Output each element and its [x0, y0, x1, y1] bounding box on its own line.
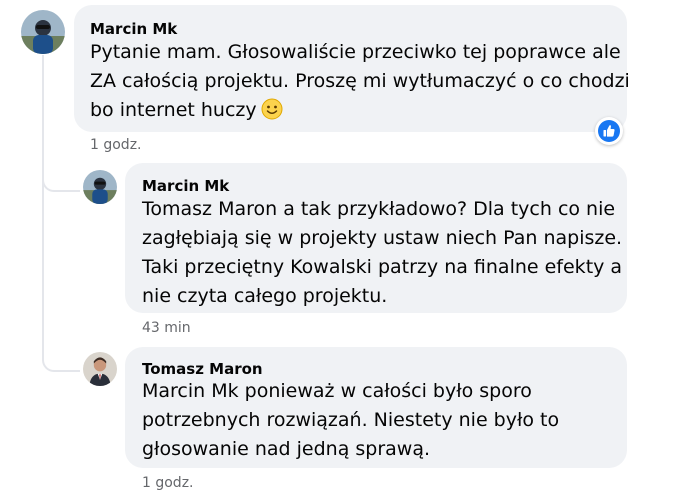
avatar[interactable]	[83, 352, 117, 386]
comment-text: Pytanie mam. Głosowaliście przeciwko tej…	[90, 38, 630, 129]
like-reaction-badge[interactable]	[595, 117, 623, 145]
avatar-photo-icon	[83, 170, 117, 204]
comment-timestamp[interactable]: 1 godz.	[142, 475, 194, 491]
avatar-photo-icon	[21, 10, 65, 54]
comment-author[interactable]: Tomasz Maron	[142, 360, 263, 378]
comment-line: ZA całością projektu. Proszę mi wytłumac…	[90, 67, 630, 96]
comment-line: Taki przeciętny Kowalski patrzy na final…	[142, 256, 623, 278]
comment-line: nie czyta całego projektu.	[142, 285, 388, 307]
comment-author[interactable]: Marcin Mk	[142, 177, 229, 195]
comment-line: głosowanie nad jedną sprawą.	[142, 438, 431, 460]
comment-line: Tomasz Maron a tak przykładowo? Dla tych…	[142, 198, 616, 220]
comment-author[interactable]: Marcin Mk	[90, 20, 177, 38]
comment-timestamp[interactable]: 43 min	[142, 320, 191, 336]
comment-timestamp[interactable]: 1 godz.	[90, 137, 142, 153]
comment-text: Marcin Mk ponieważ w całości było sporo …	[142, 377, 559, 464]
reply-connector	[42, 180, 80, 372]
comment-thread: Marcin Mk Pytanie mam. Głosowaliście prz…	[0, 0, 679, 497]
comment-line: Pytanie mam. Głosowaliście przeciwko tej…	[90, 41, 621, 63]
avatar[interactable]	[83, 170, 117, 204]
comment-line-text: bo internet huczy	[90, 99, 257, 121]
avatar[interactable]	[21, 10, 65, 54]
comment-line: potrzebnych rozwiązań. Niestety nie było…	[142, 409, 560, 431]
slightly-smiling-face-icon	[261, 98, 283, 129]
comment-line-text: ZA całością projektu. Proszę mi wytłumac…	[90, 70, 630, 92]
comment-line: bo internet huczy	[90, 96, 630, 129]
thumbs-up-icon	[598, 120, 620, 142]
comment-text: Tomasz Maron a tak przykładowo? Dla tych…	[142, 195, 622, 311]
comment-line: zagłębiają się w projekty ustaw niech Pa…	[142, 227, 623, 249]
avatar-photo-icon	[83, 352, 117, 386]
comment-line: Marcin Mk ponieważ w całości było sporo	[142, 380, 532, 402]
